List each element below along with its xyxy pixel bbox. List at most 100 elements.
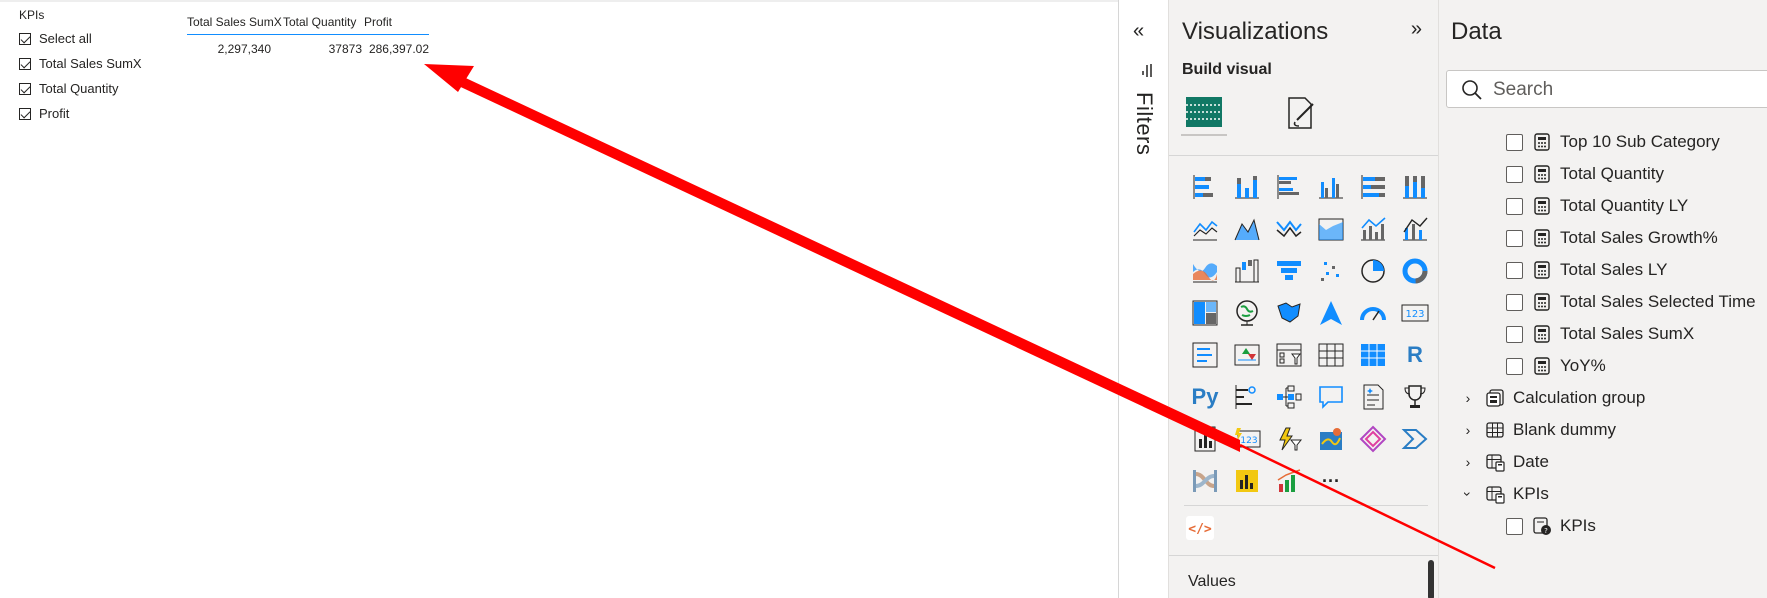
filters-label[interactable]: Filters <box>1131 92 1157 155</box>
chevron-down-icon[interactable]: › <box>1460 487 1476 501</box>
smart-narrative-icon[interactable] <box>1352 376 1394 418</box>
code-icon[interactable]: </> <box>1185 513 1215 543</box>
field-checkbox[interactable] <box>1506 293 1523 311</box>
filled-map-icon[interactable] <box>1268 292 1310 334</box>
field-checkbox[interactable] <box>1506 229 1523 247</box>
collapse-panes-icon[interactable]: « <box>1133 20 1144 43</box>
expand-pane-icon[interactable]: » <box>1411 18 1422 41</box>
line-chart-icon[interactable] <box>1184 208 1226 250</box>
power-bi-custom-visual-icon[interactable] <box>1226 460 1268 502</box>
matrix-icon[interactable] <box>1352 334 1394 376</box>
checkbox-checked-icon[interactable] <box>19 82 31 95</box>
field-checkbox[interactable] <box>1506 357 1523 375</box>
slicer-icon[interactable] <box>1268 334 1310 376</box>
pie-chart-icon[interactable] <box>1352 250 1394 292</box>
key-influencers-icon[interactable] <box>1226 376 1268 418</box>
decomposition-tree-icon[interactable] <box>1268 376 1310 418</box>
power-apps-card-icon[interactable]: 123 <box>1226 418 1268 460</box>
slicer-item-label: Select all <box>39 31 92 46</box>
field-total-sales-selected-time[interactable]: Total Sales Selected Time <box>1506 287 1756 317</box>
area-chart-icon[interactable] <box>1226 208 1268 250</box>
column-header-profit[interactable]: Profit <box>364 15 429 29</box>
stacked-column-chart-icon[interactable] <box>1226 166 1268 208</box>
field-total-sales-sumx[interactable]: Total Sales SumX <box>1506 319 1694 349</box>
azure-map-icon[interactable] <box>1310 292 1352 334</box>
slicer-item-total-sales-sumx[interactable]: Total Sales SumX <box>19 51 169 76</box>
clustered-bar-chart-icon[interactable] <box>1268 166 1310 208</box>
field-checkbox[interactable] <box>1506 197 1523 215</box>
100-stacked-bar-chart-icon[interactable] <box>1352 166 1394 208</box>
sankey-custom-visual-icon[interactable] <box>1184 460 1226 502</box>
map-icon[interactable] <box>1226 292 1268 334</box>
field-checkbox[interactable] <box>1506 517 1523 535</box>
table-kpis[interactable]: › KPIs <box>1460 479 1549 509</box>
field-checkbox[interactable] <box>1506 261 1523 279</box>
field-checkbox[interactable] <box>1506 133 1523 151</box>
kpi-visual-icon[interactable] <box>1226 334 1268 376</box>
chevron-right-icon[interactable]: › <box>1461 390 1475 406</box>
power-apps-icon[interactable] <box>1352 418 1394 460</box>
goals-trophy-icon[interactable] <box>1394 376 1436 418</box>
slicer-item-profit[interactable]: Profit <box>19 101 169 126</box>
cell-profit: 286,397.02 <box>368 42 429 56</box>
column-header-total-quantity[interactable]: Total Quantity <box>283 15 364 29</box>
checkbox-checked-icon[interactable] <box>19 32 31 45</box>
filter-icon[interactable] <box>1138 62 1154 80</box>
scrollbar[interactable] <box>1428 560 1434 598</box>
power-automate-flow-icon[interactable] <box>1394 418 1436 460</box>
stacked-bar-chart-icon[interactable] <box>1184 166 1226 208</box>
line-and-stacked-column-chart-icon[interactable] <box>1352 208 1394 250</box>
arcgis-map-icon[interactable] <box>1310 418 1352 460</box>
clustered-column-chart-icon[interactable] <box>1310 166 1352 208</box>
gauge-icon[interactable] <box>1352 292 1394 334</box>
waterfall-chart-icon[interactable] <box>1226 250 1268 292</box>
treemap-icon[interactable] <box>1184 292 1226 334</box>
power-automate-icon[interactable] <box>1268 418 1310 460</box>
field-total-sales-growth[interactable]: Total Sales Growth% <box>1506 223 1718 253</box>
r-script-visual-icon[interactable]: R <box>1394 334 1436 376</box>
field-top-10-sub-category[interactable]: Top 10 Sub Category <box>1506 127 1720 157</box>
donut-chart-icon[interactable] <box>1394 250 1436 292</box>
column-header-total-sales-sumx[interactable]: Total Sales SumX <box>187 15 283 29</box>
field-yoy[interactable]: YoY% <box>1506 351 1606 381</box>
scatter-chart-icon[interactable] <box>1310 250 1352 292</box>
stacked-area-chart-icon[interactable] <box>1268 208 1310 250</box>
search-input[interactable] <box>1493 77 1753 103</box>
card-icon[interactable]: 123 <box>1394 292 1436 334</box>
kpis-slicer[interactable]: KPIs Select all Total Sales SumX Total Q… <box>19 8 169 126</box>
field-total-quantity-ly[interactable]: Total Quantity LY <box>1506 191 1688 221</box>
checkbox-checked-icon[interactable] <box>19 57 31 70</box>
table-visual[interactable]: Total Sales SumX Total Quantity Profit 2… <box>187 10 429 63</box>
calculator-icon <box>1534 197 1550 215</box>
slicer-item-total-quantity[interactable]: Total Quantity <box>19 76 169 101</box>
paginated-report-icon[interactable] <box>1184 418 1226 460</box>
multi-row-card-icon[interactable] <box>1184 334 1226 376</box>
qna-visual-icon[interactable] <box>1310 376 1352 418</box>
table-date[interactable]: › Date <box>1461 447 1549 477</box>
python-visual-icon[interactable]: Py <box>1184 376 1226 418</box>
funnel-chart-icon[interactable] <box>1268 250 1310 292</box>
table-calculation-group[interactable]: › Calculation group <box>1461 383 1646 413</box>
slicer-item-select-all[interactable]: Select all <box>19 26 169 51</box>
report-canvas[interactable]: KPIs Select all Total Sales SumX Total Q… <box>0 0 1118 598</box>
field-checkbox[interactable] <box>1506 165 1523 183</box>
more-visuals-icon[interactable]: ··· <box>1310 460 1352 502</box>
chevron-right-icon[interactable]: › <box>1461 454 1475 470</box>
field-total-sales-ly[interactable]: Total Sales LY <box>1506 255 1667 285</box>
table-blank-dummy[interactable]: › Blank dummy <box>1461 415 1616 445</box>
chevron-right-icon[interactable]: › <box>1461 422 1475 438</box>
filters-pane-collapsed[interactable]: « Filters <box>1118 0 1168 598</box>
field-total-quantity[interactable]: Total Quantity <box>1506 159 1664 189</box>
100-stacked-area-chart-icon[interactable] <box>1310 208 1352 250</box>
tab-build-visual[interactable] <box>1181 90 1227 136</box>
field-checkbox[interactable] <box>1506 325 1523 343</box>
checkbox-checked-icon[interactable] <box>19 107 31 120</box>
search-box[interactable] <box>1446 70 1767 108</box>
100-stacked-column-chart-icon[interactable] <box>1394 166 1436 208</box>
colored-bar-custom-visual-icon[interactable] <box>1268 460 1310 502</box>
table-icon[interactable] <box>1310 334 1352 376</box>
ribbon-chart-icon[interactable] <box>1184 250 1226 292</box>
field-kpis[interactable]: ? KPIs <box>1506 511 1596 541</box>
line-and-clustered-column-chart-icon[interactable] <box>1394 208 1436 250</box>
tab-format-visual[interactable] <box>1277 90 1323 136</box>
